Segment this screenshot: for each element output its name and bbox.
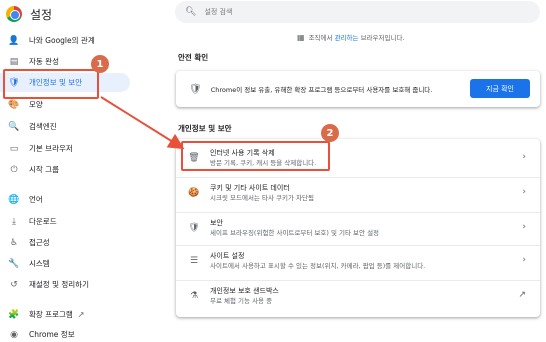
annotation-arrow [100, 96, 185, 150]
